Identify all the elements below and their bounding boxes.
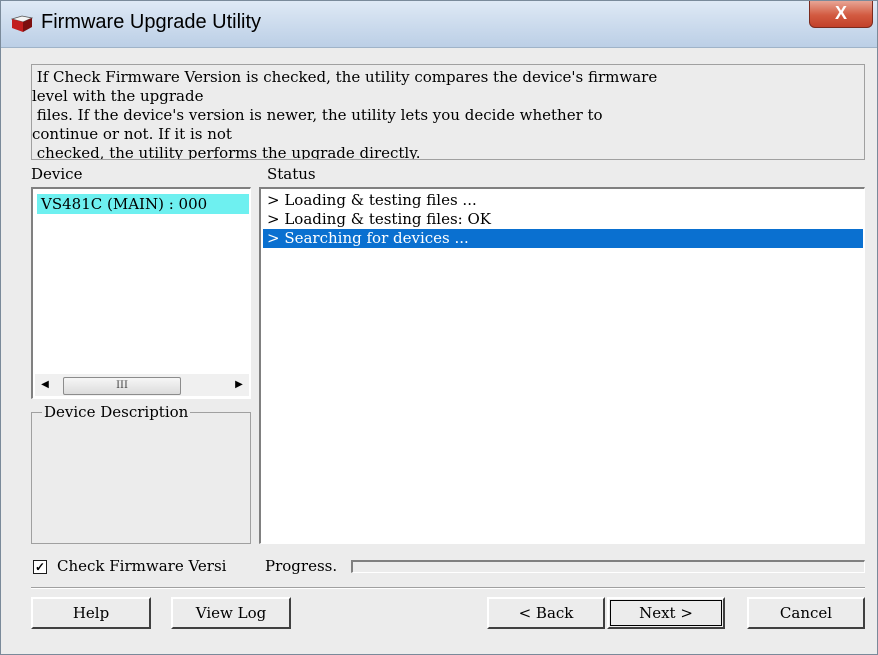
- window-title: Firmware Upgrade Utility: [41, 11, 262, 33]
- description-text: If Check Firmware Version is checked, th…: [31, 64, 865, 160]
- status-list[interactable]: > Loading & testing files ... > Loading …: [259, 187, 865, 544]
- help-button[interactable]: Help: [31, 597, 151, 629]
- progress-label: Progress.: [265, 557, 338, 575]
- device-list-scrollbar[interactable]: ◀ III ▶: [35, 374, 249, 396]
- firmware-upgrade-window: Firmware Upgrade Utility X If Check Firm…: [0, 0, 878, 655]
- device-label: Device: [31, 165, 83, 183]
- device-list[interactable]: VS481C (MAIN) : 000 ◀ III ▶: [31, 187, 251, 399]
- check-firmware-checkbox[interactable]: ✓: [33, 560, 47, 574]
- close-button[interactable]: X: [809, 1, 873, 28]
- scroll-left-icon[interactable]: ◀: [35, 374, 55, 396]
- status-line: > Loading & testing files: OK: [267, 210, 491, 228]
- separator: [31, 587, 865, 589]
- scroll-thumb[interactable]: III: [63, 377, 181, 395]
- status-line-selected: > Searching for devices ...: [263, 229, 863, 248]
- progress-bar: [351, 560, 865, 573]
- status-label: Status: [267, 165, 316, 183]
- cancel-button[interactable]: Cancel: [747, 597, 865, 629]
- device-description-group: Device Description: [31, 403, 251, 544]
- title-bar: Firmware Upgrade Utility X: [1, 1, 877, 48]
- app-icon: [11, 15, 33, 32]
- status-line: > Loading & testing files ...: [267, 191, 477, 209]
- view-log-button[interactable]: View Log: [171, 597, 291, 629]
- device-list-item[interactable]: VS481C (MAIN) : 000: [37, 194, 249, 214]
- scroll-right-icon[interactable]: ▶: [229, 374, 249, 396]
- next-button[interactable]: Next >: [607, 597, 725, 629]
- back-button[interactable]: < Back: [487, 597, 605, 629]
- device-description-label: Device Description: [42, 403, 191, 421]
- check-firmware-label[interactable]: Check Firmware Versi: [57, 557, 226, 575]
